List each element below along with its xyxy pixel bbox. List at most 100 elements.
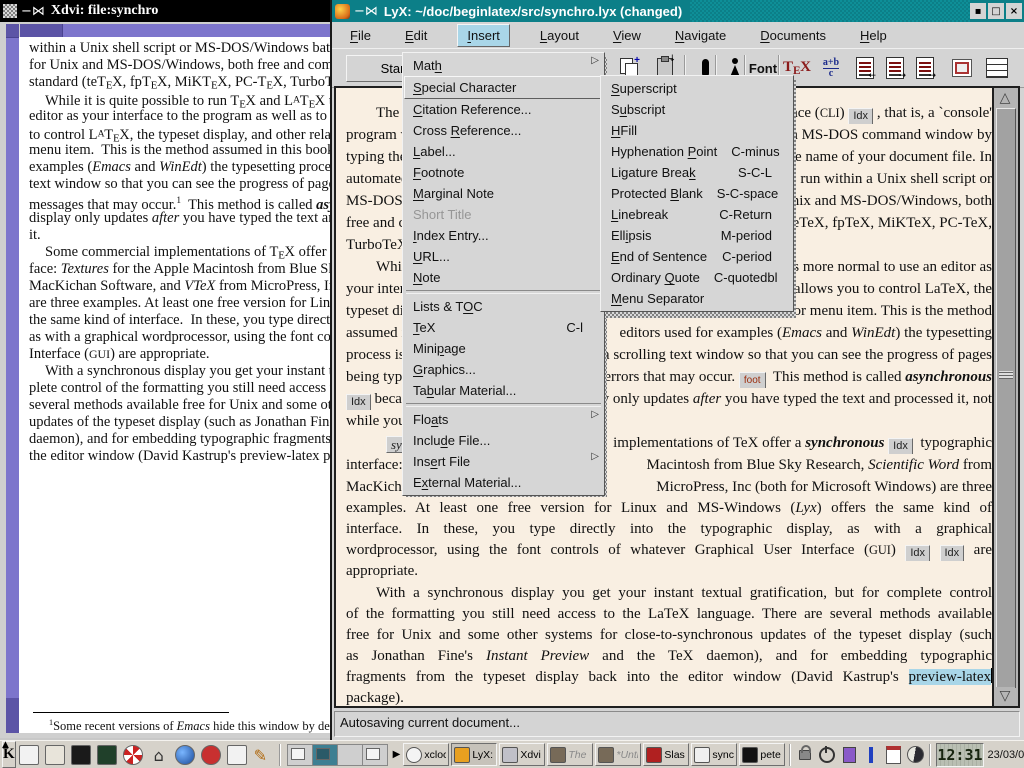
special-char-item-ellipsis[interactable]: EllipsisM-period [602,225,792,246]
insert-menu-item-tex[interactable]: TeXC-l [404,317,603,338]
special-char-item-ligature-break[interactable]: Ligature BreakS-C-L [602,162,792,183]
lyx-titlebar[interactable]: −⋈ LyX: ~/doc/beginlatex/src/synchro.lyx… [332,0,1024,22]
marginpar-button[interactable]: → [880,53,910,83]
terminal-icon[interactable] [69,743,93,767]
task-button-pete[interactable]: pete◄ [739,743,785,766]
figure-button[interactable] [947,53,977,83]
insert-menu-item-note[interactable]: Note [404,267,603,288]
clock[interactable]: 12:31 [936,743,983,767]
pager-desktop-1[interactable] [288,745,313,765]
minimize-button[interactable]: ▪ [970,3,986,19]
menubar-item-view[interactable]: View [609,25,645,46]
task-button-xdvi[interactable]: Xdvi [499,743,545,766]
insert-menu-item-include-file[interactable]: Include File... [404,430,603,451]
insert-menu-item-math[interactable]: Math▷ [404,55,603,76]
index-inset-button[interactable]: Idx [848,108,873,124]
maximize-button[interactable]: □ [988,3,1004,19]
task-button-theg[interactable]: The G [547,743,593,766]
task-button-sync[interactable]: sync [691,743,737,766]
desktop-pen-icon[interactable] [43,743,67,767]
iconify-glyph[interactable]: −⋈ [21,4,45,19]
insert-menu-item-label[interactable]: Label... [404,141,603,162]
menubar-item-edit[interactable]: Edit [401,25,431,46]
xdvi-titlebar[interactable]: −⋈ Xdvi: file:synchro [0,0,332,22]
menubar-item-layout[interactable]: Layout [536,25,583,46]
pencil-icon[interactable]: ✎ [251,743,275,767]
depth-button[interactable]: → [910,53,940,83]
insert-menu-item-cross-reference[interactable]: Cross Reference... [404,120,603,141]
insert-menu-item-minipage[interactable]: Minipage [404,338,603,359]
moon-icon[interactable] [905,745,925,765]
pager-desktop-2[interactable] [313,745,338,765]
insert-menu-item-tabular-material[interactable]: Tabular Material... [404,380,603,401]
task-button-lyx[interactable]: LyX: [451,743,497,766]
close-button[interactable]: × [1006,3,1022,19]
scrollbar-thumb[interactable] [996,108,1016,688]
papers2-icon[interactable] [225,743,249,767]
special-char-item-hfill[interactable]: HFill [602,120,792,141]
insert-menu-item-citation-reference[interactable]: Citation Reference... [404,99,603,120]
insert-menu-item-url[interactable]: URL... [404,246,603,267]
task-button-xcloc[interactable]: xcloc [403,743,449,766]
bluebar-icon[interactable] [861,745,881,765]
console-icon[interactable] [95,743,119,767]
menubar-item-file[interactable]: File [346,25,375,46]
xdvi-horizontal-scrollbar[interactable] [20,24,332,37]
insert-menu-item-index-entry[interactable]: Index Entry... [404,225,603,246]
papers-icon[interactable] [17,743,41,767]
index-inset-button[interactable]: Idx [905,545,930,561]
special-char-item-hyphenation-point[interactable]: Hyphenation PointC-minus [602,141,792,162]
xdvi-vertical-scrollbar[interactable] [6,24,19,733]
special-char-item-ordinary-quote[interactable]: Ordinary QuoteC-quotedbl [602,267,792,288]
special-char-item-linebreak[interactable]: LinebreakC-Return [602,204,792,225]
globe-icon[interactable] [173,743,197,767]
home-icon[interactable]: ⌂ [147,743,171,767]
scroll-up-arrow[interactable]: △ [995,89,1015,107]
special-char-item-superscript[interactable]: Superscript [602,78,792,99]
insert-menu-item-graphics[interactable]: Graphics... [404,359,603,380]
index-inset-button[interactable]: Idx [940,545,965,561]
separator [929,744,931,766]
special-char-item-end-of-sentence[interactable]: End of SentenceC-period [602,246,792,267]
task-button-unti[interactable]: *Unti [595,743,641,766]
desktop-pager[interactable] [287,744,388,766]
insert-menu-item-marginal-note[interactable]: Marginal Note [404,183,603,204]
klipper-icon[interactable] [839,745,859,765]
index-inset-button[interactable]: Idx [346,394,371,410]
insert-menu-item-external-material[interactable]: External Material... [404,472,603,493]
insert-menu-item-floats[interactable]: Floats▷ [404,409,603,430]
scrollbar-grip[interactable] [999,371,1013,379]
menubar-item-insert[interactable]: Insert [457,24,510,47]
window-list-arrow[interactable]: ▶ [393,749,401,760]
power-icon[interactable] [817,745,837,765]
insert-menu-item-special-character[interactable]: Special Character [404,76,603,99]
iconify-glyph[interactable]: −⋈ [354,4,378,19]
math-button[interactable]: a+bc [816,53,846,83]
insert-menu-item-footnote[interactable]: Footnote [404,162,603,183]
vertical-scrollbar[interactable]: △ ▽ [992,88,1018,706]
insert-menu-item-insert-file[interactable]: Insert File▷ [404,451,603,472]
k-menu-button[interactable]: ▲K [2,741,16,768]
menubar-item-navigate[interactable]: Navigate [671,25,730,46]
help-lifebuoy-icon[interactable] [121,743,145,767]
footnote-button[interactable]: ← [850,53,880,83]
table-button[interactable] [982,53,1012,83]
doc-line: free for Unix and some other systems for… [346,625,992,646]
scroll-down-arrow[interactable]: ▽ [995,687,1015,705]
menubar-item-documents[interactable]: Documents [756,25,830,46]
xdvi-hscroll-thumb[interactable] [62,24,332,37]
task-button-slas[interactable]: Slas [643,743,689,766]
special-char-item-subscript[interactable]: Subscript [602,99,792,120]
footnote-inset-button[interactable]: foot [739,372,766,388]
xdvi-vscroll-thumb[interactable] [6,37,19,698]
pager-desktop-4[interactable] [363,745,387,765]
menubar-item-help[interactable]: Help [856,25,891,46]
special-char-item-menu-separator[interactable]: Menu Separator [602,288,792,309]
lock-icon[interactable] [795,745,815,765]
insert-menu-item-lists-toc[interactable]: Lists & TOC [404,296,603,317]
special-char-item-protected-blank[interactable]: Protected BlankS-C-space [602,183,792,204]
pager-desktop-3[interactable] [338,745,363,765]
index-inset-button[interactable]: Idx [888,438,913,454]
calendar-icon[interactable] [883,745,903,765]
kde-red-icon[interactable] [199,743,223,767]
